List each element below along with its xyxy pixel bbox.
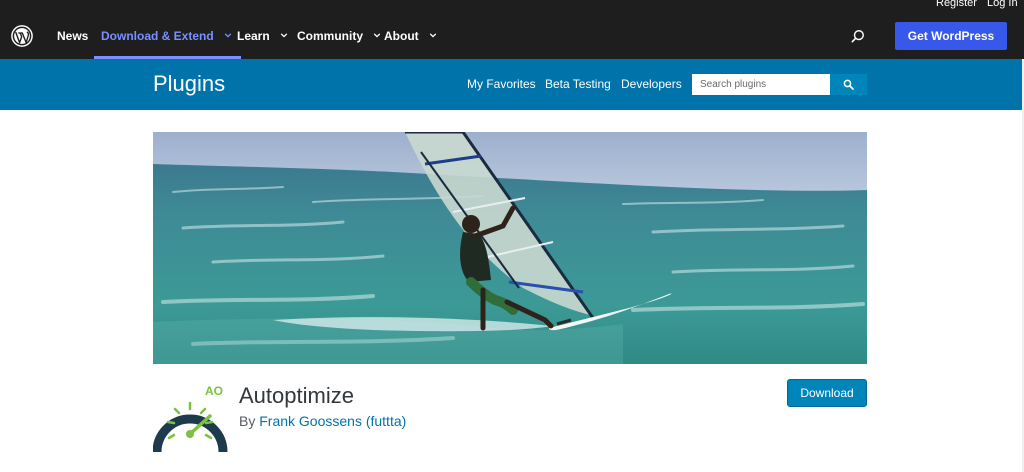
nav-community-label: Community bbox=[297, 29, 363, 43]
nav-download-extend[interactable]: Download & Extend bbox=[93, 13, 242, 59]
autoptimize-plugin-icon: AO bbox=[152, 380, 229, 456]
beta-testing-link[interactable]: Beta Testing bbox=[545, 77, 611, 91]
author-link[interactable]: Frank Goossens (futtta) bbox=[259, 413, 406, 429]
search-icon[interactable] bbox=[851, 29, 865, 43]
nav-learn-label: Learn bbox=[237, 29, 270, 43]
chevron-down-icon bbox=[224, 33, 232, 38]
plugin-byline: By Frank Goossens (futtta) bbox=[239, 413, 406, 429]
icon-ao-text: AO bbox=[205, 384, 223, 398]
nav-news-label: News bbox=[57, 29, 89, 43]
chevron-down-icon bbox=[280, 33, 288, 38]
nav-community[interactable]: Community bbox=[297, 13, 381, 59]
nav-about-label: About bbox=[384, 29, 419, 43]
chevron-down-icon bbox=[429, 33, 437, 38]
plugin-banner-image bbox=[153, 132, 867, 364]
plugins-title[interactable]: Plugins bbox=[153, 71, 225, 97]
plugin-title: Autoptimize bbox=[239, 383, 354, 408]
search-icon bbox=[843, 79, 854, 90]
global-header: News Download & Extend Learn Community A… bbox=[0, 13, 1024, 59]
login-link[interactable]: Log In bbox=[987, 0, 1018, 9]
nav-learn[interactable]: Learn bbox=[237, 13, 288, 59]
my-favorites-link[interactable]: My Favorites bbox=[467, 77, 536, 91]
nav-download-extend-label: Download & Extend bbox=[101, 29, 214, 43]
wordpress-logo-icon[interactable] bbox=[11, 25, 33, 47]
developers-link[interactable]: Developers bbox=[621, 77, 682, 91]
chevron-down-icon bbox=[374, 33, 381, 38]
plugins-bar: Plugins My Favorites Beta Testing Develo… bbox=[0, 59, 1022, 110]
nav-about[interactable]: About bbox=[384, 13, 437, 59]
nav-news[interactable]: News bbox=[57, 13, 88, 59]
get-wordpress-button[interactable]: Get WordPress bbox=[895, 22, 1007, 50]
by-label: By bbox=[239, 413, 256, 429]
download-button[interactable]: Download bbox=[787, 379, 867, 407]
register-link[interactable]: Register bbox=[936, 0, 977, 9]
search-plugins-input[interactable] bbox=[692, 74, 830, 95]
utility-bar: Register Log In bbox=[0, 0, 1024, 13]
search-submit-button[interactable] bbox=[830, 74, 867, 95]
